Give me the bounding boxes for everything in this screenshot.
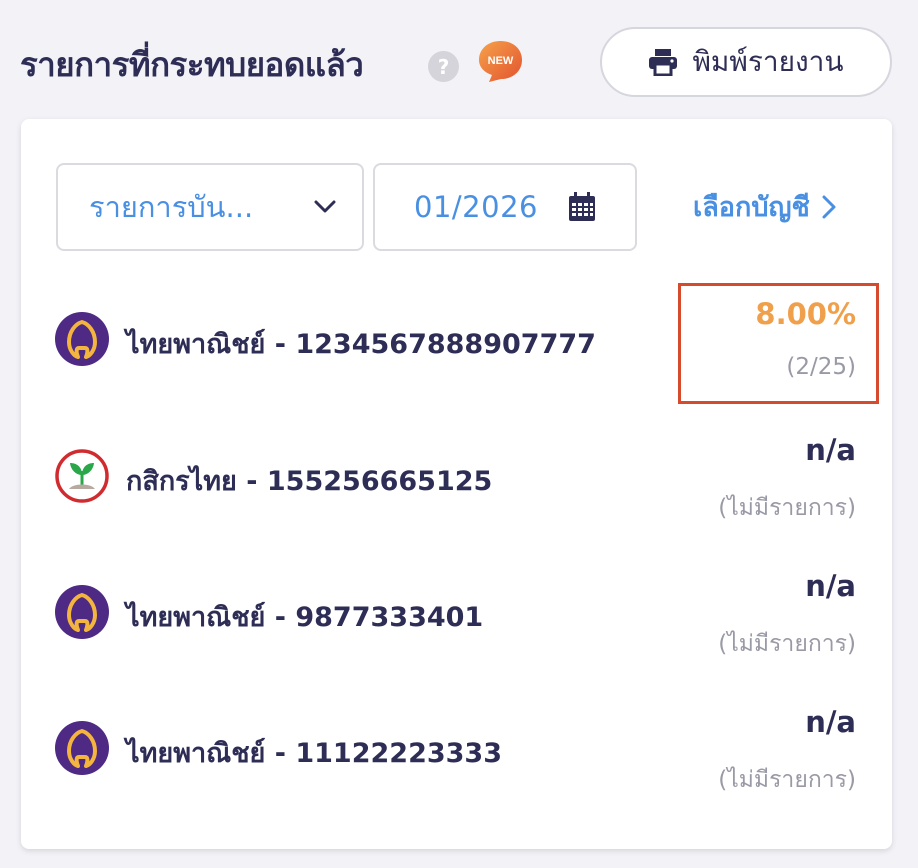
transaction-type-value: รายการบัน... xyxy=(89,190,254,224)
calendar-icon xyxy=(568,192,595,221)
chevron-right-icon xyxy=(822,195,836,218)
select-account-label: เลือกบัญชี xyxy=(693,192,810,223)
account-row[interactable]: ไทยพาณิชย์ - 11122223333 n/a (ไม่มีรายกา… xyxy=(21,689,892,809)
reconciled-percent: n/a xyxy=(805,433,856,467)
print-report-button[interactable]: พิมพ์รายงาน xyxy=(600,27,892,97)
reconciled-count: (ไม่มีรายการ) xyxy=(718,495,856,521)
reconciled-accounts-card: รายการบัน... 01/2026 เลือกบัญชี ไทยพาณิช… xyxy=(21,119,892,849)
print-report-label: พิมพ์รายงาน xyxy=(692,45,844,78)
kbank-icon xyxy=(55,449,109,503)
reconciled-percent: n/a xyxy=(805,569,856,603)
transaction-type-select[interactable]: รายการบัน... xyxy=(56,163,364,251)
account-row[interactable]: กสิกรไทย - 155256665125 n/a (ไม่มีรายการ… xyxy=(21,417,892,537)
select-account-link[interactable]: เลือกบัญชี xyxy=(693,185,836,228)
chevron-down-icon xyxy=(314,200,336,213)
scb-icon xyxy=(55,721,109,775)
account-label: ไทยพาณิชย์ - 1234567888907777 xyxy=(126,329,596,360)
help-icon[interactable]: ? xyxy=(428,51,459,82)
new-badge-icon: NEW xyxy=(479,41,522,82)
account-label: กสิกรไทย - 155256665125 xyxy=(126,466,493,497)
scb-icon xyxy=(55,312,109,366)
highlight-box xyxy=(678,283,879,404)
reconciled-percent: n/a xyxy=(805,705,856,739)
scb-icon xyxy=(55,585,109,639)
printer-icon xyxy=(649,49,678,76)
account-row[interactable]: ไทยพาณิชย์ - 9877333401 n/a (ไม่มีรายการ… xyxy=(21,553,892,673)
reconciled-count: (ไม่มีรายการ) xyxy=(718,767,856,793)
month-picker-value: 01/2026 xyxy=(414,190,538,224)
account-label: ไทยพาณิชย์ - 9877333401 xyxy=(126,602,484,633)
new-badge-label: NEW xyxy=(488,55,514,67)
page-title: รายการที่กระทบยอดแล้ว xyxy=(20,45,364,84)
reconciled-count: (ไม่มีรายการ) xyxy=(718,631,856,657)
month-picker[interactable]: 01/2026 xyxy=(373,163,637,251)
account-label: ไทยพาณิชย์ - 11122223333 xyxy=(126,738,503,769)
